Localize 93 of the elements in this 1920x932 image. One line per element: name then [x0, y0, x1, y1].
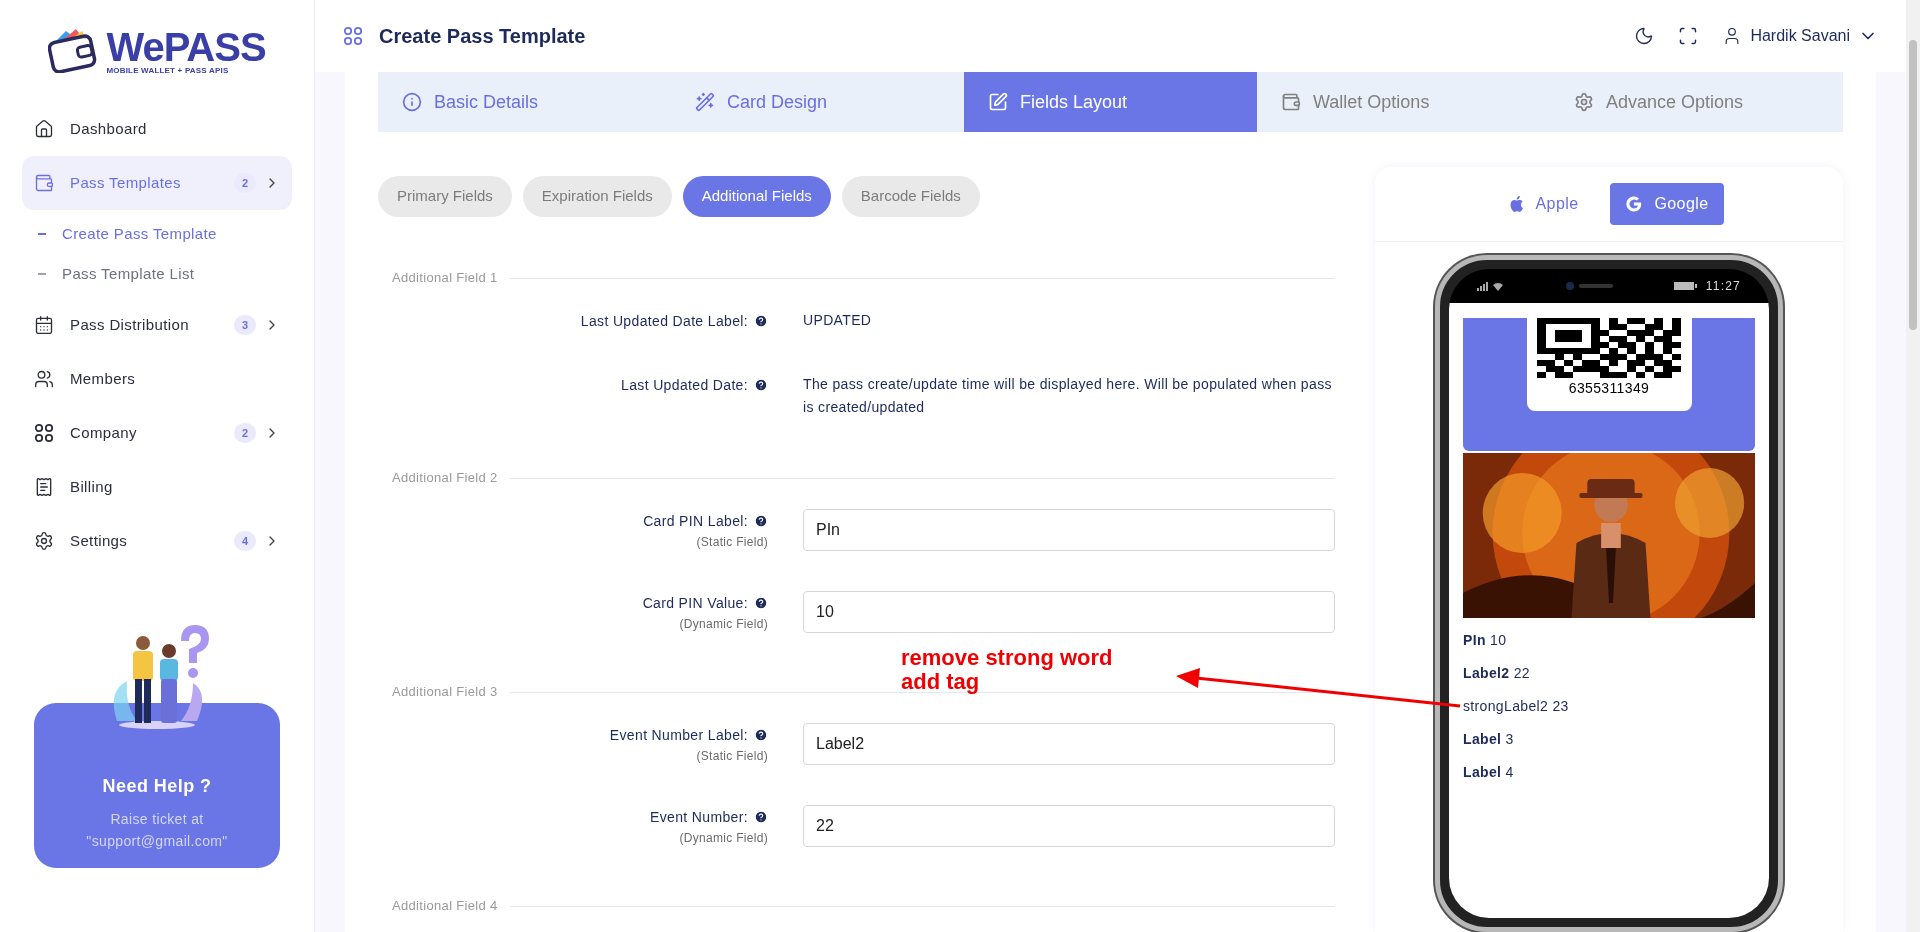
google-icon [1626, 196, 1643, 213]
dark-mode-icon[interactable] [1634, 26, 1655, 46]
page-title: Create Pass Template [379, 24, 586, 49]
receipt-icon [34, 477, 54, 497]
help-text: Raise ticket at "support@gmail.com" [85, 810, 229, 851]
sidebar-item[interactable]: Billing [22, 460, 292, 514]
step-tab[interactable]: Advance Options [1550, 72, 1843, 132]
help-icon[interactable] [754, 810, 768, 824]
calendar-icon [34, 315, 54, 335]
pass-field: PIn 10 [1463, 630, 1755, 652]
help-icon[interactable] [754, 514, 768, 528]
field-note: (Static Field) [696, 748, 768, 765]
field-label: Event Number: [650, 807, 748, 827]
users-icon [34, 369, 54, 389]
field-value: UPDATED [803, 311, 873, 330]
edit-icon [988, 92, 1008, 112]
sidebar-label: Billing [70, 476, 114, 497]
field-note: (Dynamic Field) [679, 616, 768, 633]
field-note: (Dynamic Field) [679, 830, 768, 847]
settings-icon [34, 531, 54, 551]
dash-icon [38, 233, 46, 235]
input-field[interactable]: 22 [803, 805, 1335, 847]
help-icon[interactable] [754, 314, 768, 328]
field-label: Last Updated Date: [621, 375, 748, 395]
magic-wand-icon [695, 92, 715, 112]
count-badge: 2 [233, 172, 256, 194]
sidebar-label: Pass Templates [70, 172, 182, 193]
sidebar-label: Members [70, 368, 137, 389]
field-label: Event Number Label: [609, 725, 748, 745]
count-badge: 4 [233, 530, 256, 552]
submenu-item[interactable]: Create Pass Template [38, 214, 292, 254]
field-value: The pass create/update time will be displayed here. Will be populated when pass is created/updated [803, 375, 1333, 417]
sidebar-item[interactable]: Members [22, 352, 292, 406]
sidebar-label: Pass Distribution [70, 314, 190, 335]
field-note: (Static Field) [696, 534, 768, 551]
count-badge: 2 [233, 422, 256, 444]
platform-button[interactable]: Apple [1493, 183, 1595, 226]
sidebar-label: Settings [70, 530, 129, 551]
field-label: Card PIN Value: [642, 593, 748, 613]
settings-icon [1574, 92, 1594, 112]
circles-grid-icon [34, 423, 54, 443]
help-title: Need Help ? [102, 775, 212, 798]
step-tab[interactable]: Basic Details [378, 72, 671, 132]
sidebar-item[interactable]: Settings 4 [22, 514, 292, 568]
camera-icon [1565, 281, 1616, 292]
pass-field: strongLabel2 23 [1463, 696, 1755, 718]
pass-field: Label 3 [1463, 729, 1755, 751]
phone-time: 11:27 [1705, 278, 1741, 296]
wallet-icon [1281, 92, 1301, 112]
info-icon [402, 92, 422, 112]
step-tab[interactable]: Fields Layout [964, 72, 1257, 132]
step-tab[interactable]: Wallet Options [1257, 72, 1550, 132]
input-field[interactable]: PIn [803, 509, 1335, 551]
sidebar-item[interactable]: Company 2 [22, 406, 292, 460]
input-field[interactable]: Label2 [803, 723, 1335, 765]
field-label: Last Updated Date Label: [580, 311, 748, 331]
help-icon[interactable] [754, 596, 768, 610]
sidebar-label: Company [70, 422, 138, 443]
wallet-logo-icon [48, 29, 99, 73]
battery-icon [1673, 281, 1698, 292]
section-title: Additional Field 2 [391, 469, 498, 488]
fullscreen-icon[interactable] [1678, 26, 1699, 46]
dash-icon [38, 273, 46, 275]
sidebar-item[interactable]: Pass Distribution 3 [22, 298, 292, 352]
user-name[interactable]: Hardik Savani [1750, 24, 1850, 48]
help-icon[interactable] [754, 378, 768, 392]
sidebar-item[interactable]: Pass Templates 2 [22, 156, 292, 210]
input-field[interactable]: 10 [803, 591, 1335, 633]
logo-wordmark: WePASS [106, 27, 266, 67]
field-tab[interactable]: Expiration Fields [522, 176, 672, 217]
section-title: Additional Field 1 [391, 269, 498, 288]
section-title: Additional Field 3 [391, 683, 498, 702]
field-label: Card PIN Label: [643, 511, 748, 531]
help-icon[interactable] [754, 728, 768, 742]
sidebar-label: Dashboard [70, 118, 148, 139]
sidebar-item[interactable]: Dashboard [22, 102, 292, 156]
field-tab[interactable]: Additional Fields [682, 176, 831, 217]
apps-icon[interactable] [343, 26, 363, 46]
count-badge: 3 [233, 314, 256, 336]
logo-tagline: MOBILE WALLET + PASS APIS [106, 67, 230, 75]
submenu-item[interactable]: Pass Template List [38, 254, 292, 294]
wallet-icon [34, 173, 54, 193]
pass-field: Label 4 [1463, 762, 1755, 784]
field-tab[interactable]: Barcode Fields [841, 176, 980, 217]
step-tab[interactable]: Card Design [671, 72, 964, 132]
platform-button[interactable]: Google [1610, 183, 1725, 226]
apple-icon [1509, 196, 1524, 213]
home-icon [34, 119, 54, 139]
section-title: Additional Field 4 [391, 897, 498, 916]
barcode-number: 6355311349 [1568, 379, 1650, 399]
annotation-text: remove strong word add tag [901, 646, 1113, 694]
pass-field: Label2 22 [1463, 663, 1755, 685]
field-tab[interactable]: Primary Fields [378, 176, 512, 217]
